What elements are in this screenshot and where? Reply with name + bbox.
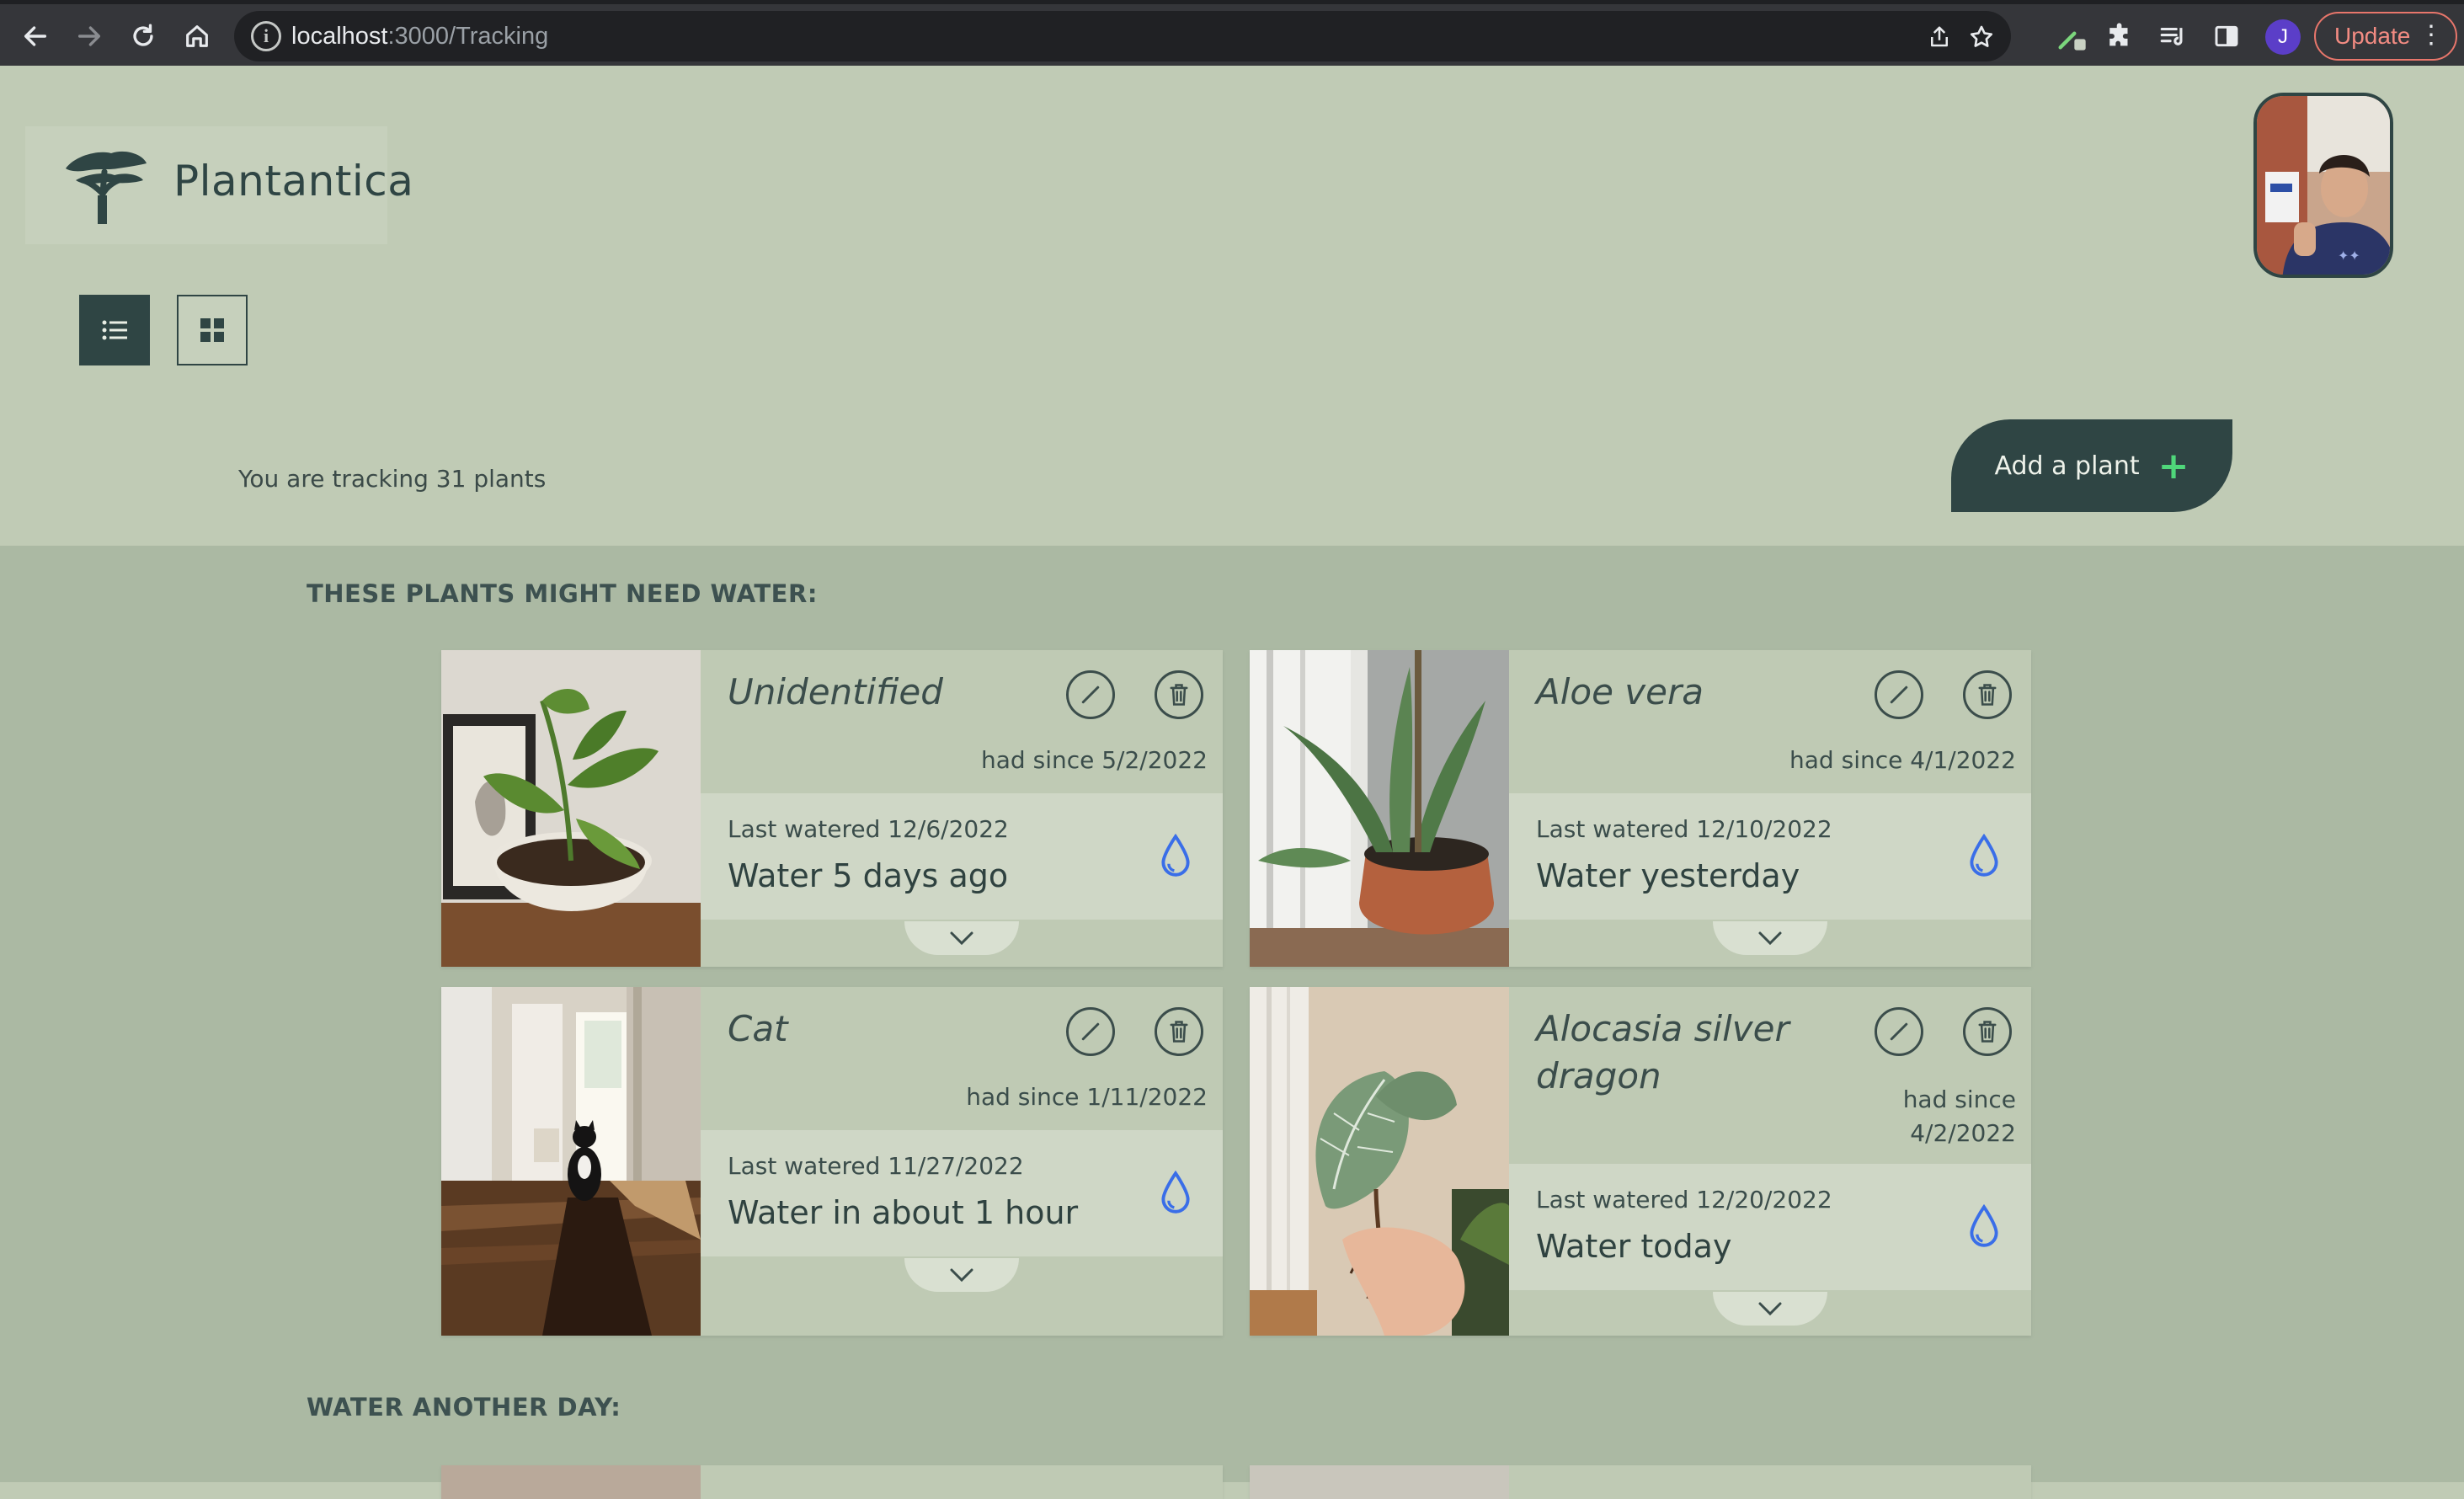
grid-icon: [200, 318, 224, 342]
plant-card[interactable]: Aloe vera had since 4/1/2022 Last watere…: [1250, 650, 2031, 967]
plant-card[interactable]: Cat had since 1/11/2022 Last watered 11/…: [441, 987, 1223, 1336]
add-plant-label: Add a plant: [1994, 451, 2140, 481]
delete-button[interactable]: [1155, 670, 1203, 719]
forward-arrow-icon[interactable]: [64, 11, 115, 61]
plant-card[interactable]: [441, 1465, 1223, 1499]
had-since: had since 4/2/2022: [1903, 1083, 2016, 1150]
eyedropper-extension-icon[interactable]: [2050, 14, 2093, 58]
water-drop-icon[interactable]: [1967, 1204, 2001, 1248]
had-since-label: had since: [1902, 1086, 2016, 1113]
had-since: had since 5/2/2022: [981, 746, 1208, 774]
plant-photo: [1250, 1465, 1509, 1499]
expand-button[interactable]: [904, 1258, 1019, 1292]
pencil-icon: [1081, 685, 1100, 704]
site-info-icon[interactable]: i: [251, 21, 281, 51]
water-drop-icon[interactable]: [1967, 834, 2001, 878]
user-avatar[interactable]: ✦✦: [2253, 93, 2393, 278]
plants-section: THESE PLANTS MIGHT NEED WATER: Unidentif…: [0, 546, 2464, 1499]
pencil-icon: [1081, 1022, 1100, 1041]
pencil-icon: [1890, 1022, 1908, 1041]
app-name: Plantantica: [173, 157, 414, 205]
grid-view-button[interactable]: [177, 295, 248, 365]
plant-card[interactable]: [1250, 1465, 2031, 1499]
app-logo[interactable]: Plantantica: [25, 126, 413, 244]
trash-icon: [1170, 1021, 1188, 1043]
water-status: Water today: [1536, 1228, 1732, 1265]
bookmark-star-icon[interactable]: [1962, 18, 2001, 56]
last-watered: Last watered 12/20/2022: [1536, 1186, 1832, 1214]
plant-photo: [1250, 650, 1509, 967]
add-plant-button[interactable]: Add a plant +: [1951, 419, 2232, 512]
edit-button[interactable]: [1875, 670, 1923, 719]
chevron-down-icon: [950, 1268, 973, 1283]
expand-button[interactable]: [904, 921, 1019, 955]
watering-panel: Last watered 12/20/2022 Water today: [1509, 1164, 2031, 1290]
update-button[interactable]: Update ⋮: [2314, 12, 2457, 61]
plant-photo: [441, 1465, 701, 1499]
plant-photo: [1250, 987, 1509, 1336]
water-status: Water yesterday: [1536, 857, 1800, 894]
plus-icon: +: [2157, 444, 2189, 488]
last-watered: Last watered 11/27/2022: [728, 1152, 1024, 1180]
url-host: localhost: [291, 23, 388, 50]
expand-button[interactable]: [1713, 921, 1827, 955]
watering-panel: Last watered 12/10/2022 Water yesterday: [1509, 793, 2031, 920]
had-since-date: 4/2/2022: [1910, 1119, 2016, 1147]
last-watered: Last watered 12/10/2022: [1536, 815, 1832, 843]
needs-water-heading: THESE PLANTS MIGHT NEED WATER:: [307, 579, 818, 608]
url-text: localhost:3000/Tracking: [291, 11, 548, 61]
url-path: :3000/Tracking: [387, 23, 549, 50]
plant-photo: [441, 987, 701, 1336]
list-icon: [102, 320, 127, 340]
expand-button[interactable]: [1713, 1292, 1827, 1326]
chevron-down-icon: [1758, 1302, 1782, 1316]
home-icon[interactable]: [172, 11, 222, 61]
reload-icon[interactable]: [118, 11, 168, 61]
share-icon[interactable]: [1920, 18, 1959, 56]
edit-button[interactable]: [1875, 1007, 1923, 1056]
more-menu-icon[interactable]: ⋮: [2419, 20, 2444, 50]
svg-text:✦✦: ✦✦: [2338, 248, 2360, 264]
update-label: Update: [2334, 23, 2411, 49]
list-view-button[interactable]: [79, 295, 150, 365]
water-status: Water 5 days ago: [728, 857, 1009, 894]
edit-button[interactable]: [1066, 1007, 1115, 1056]
watering-panel: Last watered 12/6/2022 Water 5 days ago: [701, 793, 1223, 920]
had-since: had since 4/1/2022: [1789, 746, 2016, 774]
trash-icon: [1978, 1021, 1997, 1043]
delete-button[interactable]: [1963, 670, 2012, 719]
address-bar[interactable]: i localhost:3000/Tracking: [234, 11, 2011, 61]
trash-icon: [1170, 684, 1188, 706]
user-photo: ✦✦: [2257, 96, 2390, 275]
tree-logo-icon: [66, 151, 147, 224]
plant-photo: [441, 650, 701, 967]
another-day-heading: WATER ANOTHER DAY:: [307, 1393, 621, 1422]
plant-card[interactable]: Unidentified had since 5/2/2022 Last wat…: [441, 650, 1223, 967]
side-panel-icon[interactable]: [2205, 14, 2248, 58]
tracking-count: You are tracking 31 plants: [238, 465, 547, 493]
plant-name: Alocasia silver dragon: [1536, 1008, 1789, 1096]
pencil-icon: [1890, 685, 1908, 704]
plant-card[interactable]: Alocasia silver dragon had since 4/2/202…: [1250, 987, 2031, 1336]
profile-avatar[interactable]: J: [2265, 19, 2301, 55]
delete-button[interactable]: [1155, 1007, 1203, 1056]
trash-icon: [1978, 684, 1997, 706]
back-arrow-icon[interactable]: [10, 11, 61, 61]
water-drop-icon[interactable]: [1159, 834, 1192, 878]
edit-button[interactable]: [1066, 670, 1115, 719]
had-since: had since 1/11/2022: [966, 1083, 1208, 1111]
plant-name: Aloe vera: [1536, 671, 1704, 712]
browser-toolbar: i localhost:3000/Tracking J Update ⋮: [0, 0, 2464, 66]
plant-name: Cat: [728, 1008, 788, 1049]
extensions-puzzle-icon[interactable]: [2099, 14, 2142, 58]
watering-panel: Last watered 11/27/2022 Water in about 1…: [701, 1130, 1223, 1256]
last-watered: Last watered 12/6/2022: [728, 815, 1009, 843]
water-drop-icon[interactable]: [1159, 1171, 1192, 1214]
chevron-down-icon: [950, 931, 973, 946]
plant-name: Unidentified: [728, 671, 943, 712]
water-status: Water in about 1 hour: [728, 1194, 1079, 1231]
delete-button[interactable]: [1963, 1007, 2012, 1056]
chevron-down-icon: [1758, 931, 1782, 946]
media-queue-icon[interactable]: [2151, 14, 2195, 58]
